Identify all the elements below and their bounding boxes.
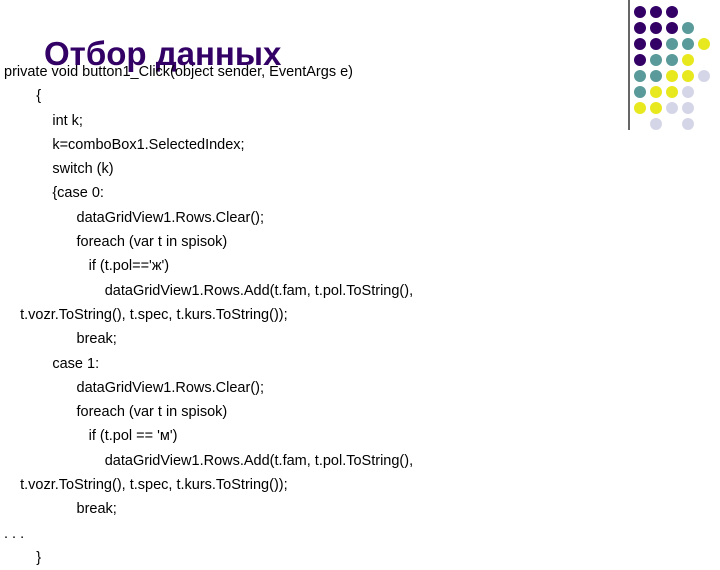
code-line: t.vozr.ToString(), t.spec, t.kurs.ToStri…	[4, 306, 288, 323]
decoration-dot	[682, 102, 694, 114]
code-line: }	[4, 549, 42, 566]
decoration-dot	[682, 38, 694, 50]
decoration-dot	[650, 118, 662, 130]
code-listing: private void button1_Click(object sender…	[4, 60, 614, 570]
code-line: switch (k)	[4, 161, 114, 178]
decoration-dot	[650, 70, 662, 82]
code-line: break;	[4, 331, 117, 348]
code-line: int k;	[4, 112, 83, 129]
decoration-dot	[634, 38, 646, 50]
decoration-dot	[650, 86, 662, 98]
decoration-dot	[666, 86, 678, 98]
decoration-dot	[698, 70, 710, 82]
code-line: {	[4, 88, 42, 105]
code-line: dataGridView1.Rows.Add(t.fam, t.pol.ToSt…	[4, 452, 414, 469]
decoration-dot	[650, 102, 662, 114]
decoration-dot	[666, 70, 678, 82]
code-line: t.vozr.ToString(), t.spec, t.kurs.ToStri…	[4, 477, 288, 494]
decoration-dot	[682, 86, 694, 98]
code-line: private void button1_Click(object sender…	[4, 64, 353, 80]
code-line: break;	[4, 501, 117, 518]
decoration-dot	[634, 102, 646, 114]
code-line: {case 0:	[4, 185, 104, 202]
decoration-dot	[650, 54, 662, 66]
decoration-dot	[666, 38, 678, 50]
decoration-dot	[666, 6, 678, 18]
decoration-dot	[682, 70, 694, 82]
decoration-dot	[650, 38, 662, 50]
decoration-dot	[682, 22, 694, 34]
code-line: dataGridView1.Rows.Clear();	[4, 379, 265, 396]
code-line: case 1:	[4, 355, 100, 372]
code-line: if (t.pol == 'м')	[4, 428, 178, 445]
code-line: dataGridView1.Rows.Clear();	[4, 209, 265, 226]
decoration-dot	[666, 22, 678, 34]
decoration-dot	[634, 86, 646, 98]
code-line: foreach (var t in spisok)	[4, 234, 228, 251]
decoration-dot	[634, 54, 646, 66]
dot-grid-graphic	[634, 6, 718, 130]
decoration-dot	[634, 6, 646, 18]
decoration-dot	[650, 6, 662, 18]
code-line: foreach (var t in spisok)	[4, 404, 228, 421]
code-line: k=comboBox1.SelectedIndex;	[4, 136, 245, 153]
corner-decoration	[618, 0, 720, 135]
decoration-dot	[634, 70, 646, 82]
code-line: dataGridView1.Rows.Add(t.fam, t.pol.ToSt…	[4, 282, 414, 299]
code-line: . . .	[4, 525, 25, 542]
decoration-dot	[682, 54, 694, 66]
vertical-divider-line	[628, 0, 630, 130]
decoration-dot	[650, 22, 662, 34]
decoration-dot	[666, 54, 678, 66]
decoration-dot	[666, 102, 678, 114]
decoration-dot	[634, 22, 646, 34]
code-line: if (t.pol=='ж')	[4, 258, 170, 275]
decoration-dot	[682, 118, 694, 130]
slide-canvas: Отбор данных private void button1_Click(…	[0, 0, 720, 566]
decoration-dot	[698, 38, 710, 50]
